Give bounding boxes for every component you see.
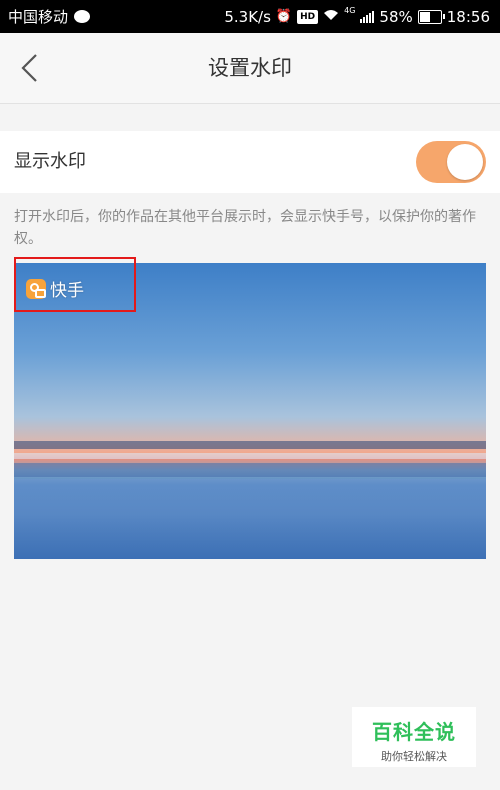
toggle-knob [447, 144, 483, 180]
watermark-text: 快手 [50, 281, 84, 301]
battery-percent: 58% [379, 7, 413, 26]
show-watermark-label: 显示水印 [14, 151, 86, 172]
watermark-overlay: 快手 [26, 276, 84, 301]
status-bar: 中国移动 5.3K/s ⏰ HD 4G 58% 18:56 [0, 0, 500, 33]
wave-band [14, 463, 486, 477]
watermark-description: 打开水印后，你的作品在其他平台展示时，会显示快手号，以保护你的著作权。 [14, 209, 476, 247]
wet-sand [14, 479, 486, 559]
sea-horizon [14, 441, 486, 449]
network-speed: 5.3K/s [224, 7, 271, 26]
carrier-label: 中国移动 [8, 8, 69, 26]
signal-icon [360, 10, 375, 23]
badge-subtitle: 助你轻松解决 [381, 750, 447, 763]
show-watermark-toggle[interactable] [416, 141, 486, 183]
show-watermark-row: 显示水印 [0, 131, 500, 193]
alarm-icon: ⏰ [275, 9, 293, 24]
baike-badge: 百科全说 助你轻松解决 [352, 707, 476, 767]
page-title: 设置水印 [208, 56, 292, 80]
wave-foam [14, 453, 486, 459]
header-bar: 设置水印 [0, 33, 500, 104]
badge-title: 百科全说 [372, 720, 456, 744]
chat-notification-icon [74, 10, 91, 23]
clock: 18:56 [446, 7, 490, 26]
hd-icon: HD [297, 9, 319, 24]
battery-icon [417, 9, 445, 24]
kuaishou-logo-icon [26, 278, 46, 299]
network-type: 4G [344, 6, 356, 15]
wifi-icon [323, 9, 339, 25]
